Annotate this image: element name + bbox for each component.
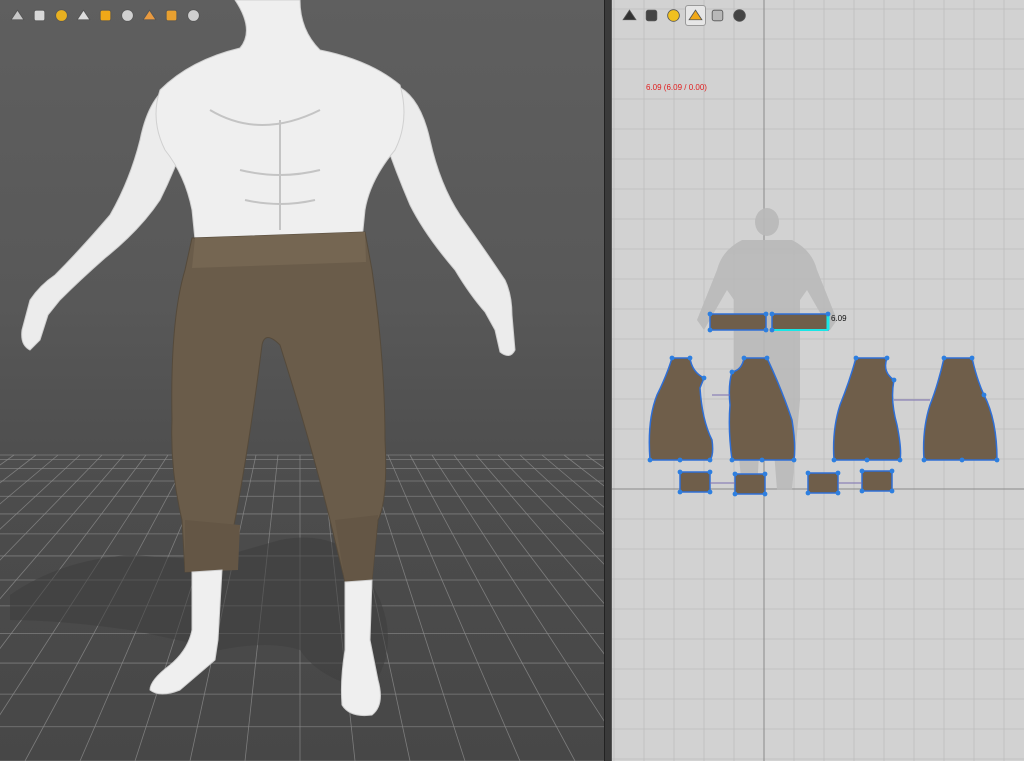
avatar-display-icon[interactable] xyxy=(8,6,27,25)
avatar-skin-icon[interactable] xyxy=(140,6,159,25)
export-2d-icon[interactable] xyxy=(730,6,749,25)
2d-pattern-window[interactable]: 6.09 (6.09 / 0.00) 6.09 xyxy=(612,0,1024,761)
3d-scene xyxy=(0,0,604,761)
viewport-splitter[interactable] xyxy=(604,0,612,761)
avatar-pose-icon[interactable] xyxy=(74,6,93,25)
2d-toolbar xyxy=(620,5,749,26)
texture-2d-icon[interactable] xyxy=(685,5,706,26)
texture-display-icon[interactable] xyxy=(96,6,115,25)
3d-toolbar xyxy=(8,6,203,25)
3d-viewport[interactable] xyxy=(0,0,604,761)
pattern-leg-panels[interactable] xyxy=(648,357,998,461)
measurement-tag: 6.09 xyxy=(831,314,847,323)
garment-display-icon[interactable] xyxy=(30,6,49,25)
fabric-swatch-icon[interactable] xyxy=(52,6,71,25)
simulation-quality-icon[interactable] xyxy=(118,6,137,25)
render-sphere-icon[interactable] xyxy=(162,6,181,25)
garment-2d-icon[interactable] xyxy=(642,6,661,25)
info-icon[interactable] xyxy=(664,6,683,25)
export-icon[interactable] xyxy=(184,6,203,25)
measurement-readout: 6.09 (6.09 / 0.00) xyxy=(646,83,707,92)
pattern-edit-icon[interactable] xyxy=(620,6,639,25)
fold-display-icon[interactable] xyxy=(708,6,727,25)
2d-canvas xyxy=(612,0,1024,761)
